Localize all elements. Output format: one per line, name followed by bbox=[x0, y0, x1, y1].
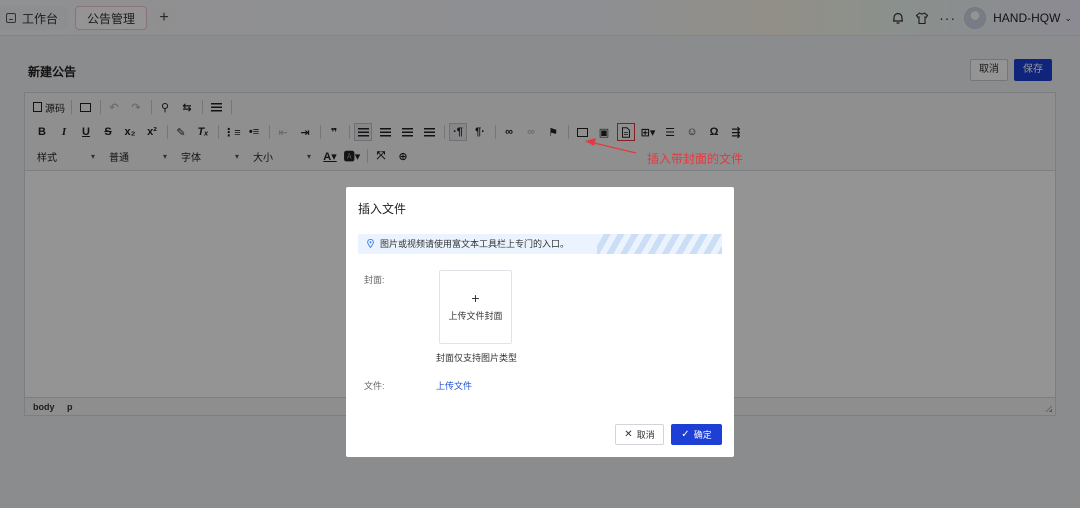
dialog-notice-text: 图片或视频请使用富文本工具栏上专门的入口。 bbox=[380, 239, 570, 249]
upload-file-link[interactable]: 上传文件 bbox=[436, 379, 472, 392]
upload-cover-label: 上传文件封面 bbox=[448, 311, 503, 321]
upload-cover-button[interactable]: + 上传文件封面 bbox=[439, 270, 512, 344]
cover-label: 封面: bbox=[364, 275, 385, 285]
dialog-notice: 图片或视频请使用富文本工具栏上专门的入口。 bbox=[358, 234, 722, 254]
dialog-ok-label: 确定 bbox=[693, 430, 712, 440]
insert-file-dialog: 插入文件 图片或视频请使用富文本工具栏上专门的入口。 封面: + 上传文件封面 … bbox=[346, 187, 734, 457]
info-pin-icon bbox=[367, 239, 374, 248]
file-label: 文件: bbox=[364, 381, 385, 391]
dialog-ok-button[interactable]: ✓ 确定 bbox=[671, 424, 722, 445]
annotation-text: 插入带封面的文件 bbox=[647, 152, 744, 166]
cover-hint: 封面仅支持图片类型 bbox=[436, 353, 518, 363]
dialog-cancel-button[interactable]: ✕ 取消 bbox=[615, 424, 664, 445]
close-icon: ✕ bbox=[624, 429, 633, 440]
dialog-title: 插入文件 bbox=[358, 202, 407, 216]
dialog-cancel-label: 取消 bbox=[636, 430, 655, 440]
plus-icon: + bbox=[471, 290, 480, 306]
check-icon: ✓ bbox=[681, 429, 690, 440]
